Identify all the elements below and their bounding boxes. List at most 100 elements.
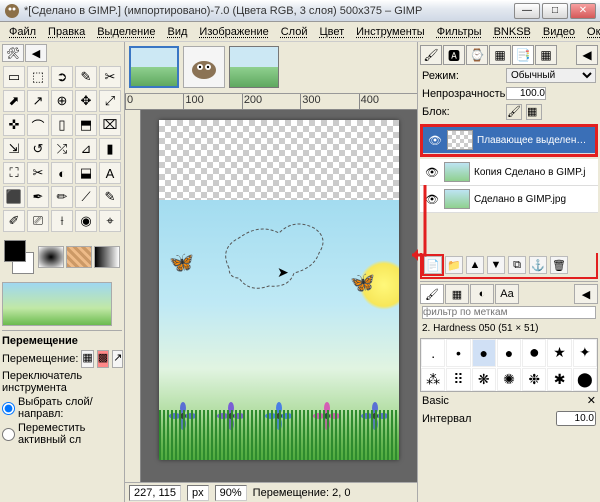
tool-11[interactable]: ⌒ — [27, 114, 49, 136]
tool-29[interactable]: ✎ — [99, 186, 121, 208]
btab-brush[interactable]: 🖌 — [420, 284, 444, 304]
brush-item[interactable]: ❉ — [522, 368, 546, 392]
tool-5[interactable]: ⬈ — [3, 90, 25, 112]
brush-item[interactable]: • — [446, 339, 470, 367]
maximize-button[interactable]: □ — [542, 3, 568, 19]
tool-6[interactable]: ↗ — [27, 90, 49, 112]
layer-copy[interactable]: 👁 Копия Сделано в GIMP.j — [420, 159, 598, 186]
move-mode-layer[interactable]: ▦ — [81, 350, 93, 368]
radio-move-active[interactable] — [2, 428, 15, 441]
duplicate-layer-button[interactable]: ⧉ — [508, 256, 526, 274]
brush-category[interactable]: Basic — [422, 395, 449, 407]
menu-edit[interactable]: Правка — [43, 24, 90, 40]
new-layer-button[interactable]: 📄 — [424, 256, 442, 274]
lock-pixels[interactable]: 🖌 — [506, 104, 522, 120]
radio-pick-layer[interactable] — [2, 402, 15, 415]
rtab-brush[interactable]: 🖌 — [420, 45, 442, 65]
eye-icon[interactable]: 👁 — [427, 134, 443, 147]
lock-alpha[interactable]: ▦ — [526, 104, 542, 120]
active-gradient[interactable] — [94, 246, 120, 268]
brush-item[interactable]: ● — [472, 339, 496, 367]
tool-14[interactable]: ⌧ — [99, 114, 121, 136]
tool-7[interactable]: ⊕ — [51, 90, 73, 112]
tool-12[interactable]: ▯ — [51, 114, 73, 136]
tool-15[interactable]: ⇲ — [3, 138, 25, 160]
foreground-color[interactable] — [4, 240, 26, 262]
tool-17[interactable]: ⤮ — [51, 138, 73, 160]
tool-24[interactable]: A — [99, 162, 121, 184]
tool-9[interactable]: ⤢ — [99, 90, 121, 112]
tool-13[interactable]: ⬒ — [75, 114, 97, 136]
layer-base[interactable]: 👁 Сделано в GIMP.jpg — [420, 186, 598, 213]
layer-floating[interactable]: 👁 Плавающее выделение (Вставленный слой) — [423, 127, 595, 154]
menu-view[interactable]: Вид — [163, 24, 193, 40]
menu-color[interactable]: Цвет — [314, 24, 349, 40]
move-mode-selection[interactable]: ▩ — [97, 350, 109, 368]
anchor-layer-button[interactable]: ⚓ — [529, 256, 547, 274]
brush-item[interactable]: ● — [497, 339, 521, 367]
rtab-img[interactable]: ▦ — [489, 45, 511, 65]
brush-item[interactable]: ⬤ — [573, 368, 597, 392]
tool-1[interactable]: ⬚ — [27, 66, 49, 88]
delete-layer-button[interactable]: 🗑 — [550, 256, 568, 274]
menu-windows[interactable]: Окна — [582, 24, 600, 40]
brush-item[interactable]: . — [421, 339, 445, 367]
tool-19[interactable]: ▮ — [99, 138, 121, 160]
tool-3[interactable]: ✎ — [75, 66, 97, 88]
tool-22[interactable]: ◐ — [51, 162, 73, 184]
menu-select[interactable]: Выделение — [92, 24, 160, 40]
brush-item[interactable]: ✺ — [497, 368, 521, 392]
brush-item[interactable]: ✦ — [573, 339, 597, 367]
tool-4[interactable]: ✂ — [99, 66, 121, 88]
doc-thumb-1[interactable] — [129, 46, 179, 88]
btab-font[interactable]: Aa — [495, 284, 519, 304]
menu-tools[interactable]: Инструменты — [351, 24, 430, 40]
rtab-layers[interactable]: 📑 — [512, 45, 534, 65]
menu-bnksb[interactable]: BNKSB — [489, 24, 536, 40]
tool-2[interactable]: ➲ — [51, 66, 73, 88]
canvas[interactable]: ➤ 🦋 🦋 — [159, 120, 399, 460]
tool-27[interactable]: ✏ — [51, 186, 73, 208]
brush-filter[interactable] — [422, 306, 596, 319]
mode-select[interactable]: Обычный — [506, 68, 596, 83]
tool-30[interactable]: ✐ — [3, 210, 25, 232]
layer-group-button[interactable]: 📁 — [445, 256, 463, 274]
tool-20[interactable]: ⛶ — [3, 162, 25, 184]
menu-video[interactable]: Видео — [538, 24, 580, 40]
menu-file[interactable]: Файл — [4, 24, 41, 40]
layer-down-button[interactable]: ▼ — [487, 256, 505, 274]
tool-10[interactable]: ✜ — [3, 114, 25, 136]
tool-31[interactable]: ⎚ — [27, 210, 49, 232]
btab-pattern[interactable]: ▦ — [445, 284, 469, 304]
rtab-more[interactable]: ▦ — [535, 45, 557, 65]
opacity-input[interactable] — [506, 87, 546, 100]
rtab-hist[interactable]: ⌚ — [466, 45, 488, 65]
tool-25[interactable]: ⬛ — [3, 186, 25, 208]
layer-up-button[interactable]: ▲ — [466, 256, 484, 274]
brush-item[interactable]: ✱ — [547, 368, 571, 392]
tool-28[interactable]: ⟋ — [75, 186, 97, 208]
tool-0[interactable]: ▭ — [3, 66, 25, 88]
spacing-input[interactable] — [556, 411, 596, 426]
active-brush[interactable] — [38, 246, 64, 268]
tool-23[interactable]: ⬓ — [75, 162, 97, 184]
menu-filters[interactable]: Фильтры — [432, 24, 487, 40]
tool-33[interactable]: ◉ — [75, 210, 97, 232]
menu-layer[interactable]: Слой — [276, 24, 313, 40]
tool-8[interactable]: ✥ — [75, 90, 97, 112]
rtab-menu[interactable]: ◀ — [576, 45, 598, 65]
status-zoom[interactable]: 90% — [215, 485, 247, 501]
active-pattern[interactable] — [66, 246, 92, 268]
brush-item[interactable]: ❋ — [472, 368, 496, 392]
eye-icon[interactable]: 👁 — [424, 193, 440, 206]
menu-image[interactable]: Изображение — [194, 24, 273, 40]
dock-tab-btn[interactable]: ◀ — [25, 44, 47, 62]
dock-tab-tools[interactable]: 🛠 — [2, 44, 24, 62]
minimize-button[interactable]: — — [514, 3, 540, 19]
close-button[interactable]: ✕ — [570, 3, 596, 19]
rtab-font[interactable]: 🅰 — [443, 45, 465, 65]
tool-34[interactable]: ⌖ — [99, 210, 121, 232]
status-unit[interactable]: px — [187, 485, 209, 501]
move-mode-path[interactable]: ↗ — [112, 350, 123, 368]
brush-item[interactable]: ⠿ — [446, 368, 470, 392]
